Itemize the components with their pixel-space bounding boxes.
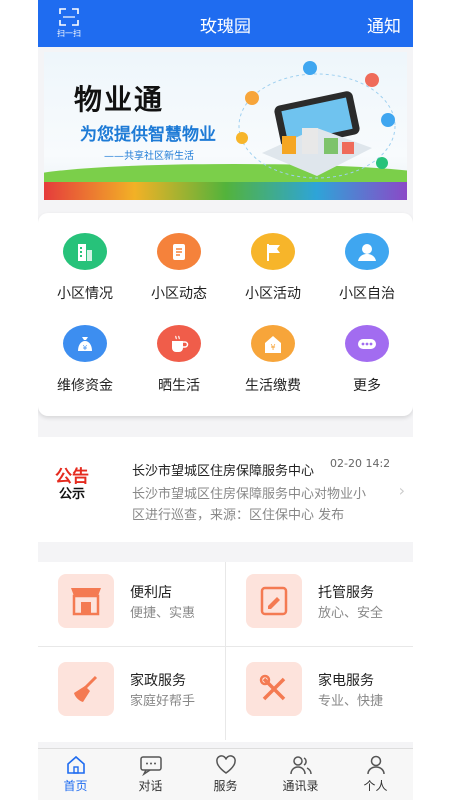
user-icon	[366, 755, 385, 775]
badge-top-text: 公告	[55, 467, 89, 487]
service-title: 家电服务	[318, 673, 374, 689]
service-title: 家政服务	[130, 673, 186, 689]
tab-label: 对话	[138, 779, 163, 793]
service-subtitle: 专业、快捷	[318, 694, 384, 709]
smart-city-illustration	[236, 61, 396, 179]
announcement-body: 长沙市望城区住房保障服务中心对物业小区进行巡查，来源：区住保中心 发布	[132, 487, 367, 523]
banner-subtitle: 为您提供智慧物业	[80, 125, 216, 145]
menu-label: 小区活动	[245, 286, 301, 302]
payment-house-icon: ¥	[251, 325, 295, 362]
service-title: 托管服务	[318, 585, 374, 601]
notify-button[interactable]: 通知	[367, 12, 401, 37]
menu-item-community-events[interactable]: 小区活动	[226, 213, 320, 303]
tab-home[interactable]: 首页	[38, 749, 113, 800]
tab-label: 通讯录	[282, 779, 319, 793]
menu-label: 小区情况	[57, 286, 113, 302]
building-icon	[63, 233, 107, 270]
more-icon	[345, 325, 389, 362]
menu-label: 维修资金	[57, 378, 113, 394]
menu-label: 小区动态	[151, 286, 207, 302]
svg-text:¥: ¥	[83, 344, 88, 352]
menu-item-share-life[interactable]: 晒生活	[132, 305, 226, 395]
badge-bottom-text: 公示	[58, 487, 85, 502]
banner-title: 物业通	[74, 83, 165, 116]
community-title: 玫瑰园	[200, 17, 251, 37]
menu-item-more[interactable]: 更多	[320, 305, 413, 395]
announcement-title: 长沙市望城区住房保障服务中心	[132, 464, 315, 479]
service-subtitle: 便捷、实惠	[130, 606, 196, 621]
tab-label: 个人	[363, 779, 388, 793]
tab-services[interactable]: 服务	[188, 749, 263, 800]
service-housekeeping[interactable]: 家政服务 家庭好帮手	[38, 650, 225, 738]
promo-banner[interactable]: 物业通 为您提供智慧物业 ——共享社区新生活	[44, 52, 407, 200]
book-icon	[246, 574, 302, 628]
service-convenience-store[interactable]: 便利店 便捷、实惠	[38, 562, 225, 650]
menu-item-community-autonomy[interactable]: 小区自治	[320, 213, 413, 303]
tab-profile[interactable]: 个人	[338, 749, 413, 800]
announcement-card[interactable]: 公告 公示 长沙市望城区住房保障服务中心 02-20 14:2 长沙市望城区住房…	[38, 437, 413, 542]
heart-icon	[215, 755, 236, 774]
announcement-badge: 公告 公示	[50, 467, 94, 503]
menu-item-life-payment[interactable]: ¥ 生活缴费	[226, 305, 320, 395]
app-screen: 扫一扫 玫瑰园 通知 物业通 为您提供智慧物业 ——共享社区新生活 小区情况 小…	[38, 0, 413, 800]
store-icon	[58, 574, 114, 628]
chevron-right-icon: ›	[398, 481, 405, 500]
svg-text:¥: ¥	[270, 343, 275, 352]
chat-icon	[139, 756, 162, 776]
menu-label: 小区自治	[339, 286, 395, 302]
tab-chat[interactable]: 对话	[113, 749, 188, 800]
menu-label: 晒生活	[158, 378, 200, 394]
service-subtitle: 家庭好帮手	[130, 694, 196, 709]
coffee-cup-icon	[157, 325, 201, 362]
tab-label: 服务	[213, 779, 238, 793]
services-grid: 便利店 便捷、实惠 托管服务 放心、安全 家政服务 家庭好帮手 家电服务 专业、…	[38, 562, 413, 742]
tab-contacts[interactable]: 通讯录	[263, 749, 338, 800]
menu-item-community-news[interactable]: 小区动态	[132, 213, 226, 303]
service-title: 便利店	[130, 585, 172, 601]
service-custody[interactable]: 托管服务 放心、安全	[226, 562, 413, 650]
quick-menu: 小区情况 小区动态 小区活动 小区自治 ¥ 维修资金 晒生活 ¥ 生活缴费 更多	[38, 213, 413, 416]
flag-icon	[251, 233, 295, 270]
person-icon	[345, 233, 389, 270]
home-icon	[66, 755, 85, 774]
document-icon	[157, 233, 201, 270]
service-subtitle: 放心、安全	[318, 606, 384, 621]
tab-label: 首页	[63, 779, 88, 793]
menu-label: 生活缴费	[245, 378, 301, 394]
money-bag-icon: ¥	[63, 325, 107, 362]
announcement-date: 02-20 14:2	[330, 457, 391, 470]
tools-icon	[246, 662, 302, 716]
contacts-icon	[289, 756, 312, 775]
menu-label: 更多	[353, 378, 381, 394]
bottom-tab-bar: 首页 对话 服务 通讯录 个人	[38, 748, 413, 800]
service-appliance[interactable]: 家电服务 专业、快捷	[226, 650, 413, 738]
menu-item-community-info[interactable]: 小区情况	[38, 213, 132, 303]
broom-icon	[58, 662, 114, 716]
menu-item-repair-fund[interactable]: ¥ 维修资金	[38, 305, 132, 395]
banner-tagline: ——共享社区新生活	[104, 151, 194, 162]
top-bar: 扫一扫 玫瑰园 通知	[38, 0, 413, 47]
